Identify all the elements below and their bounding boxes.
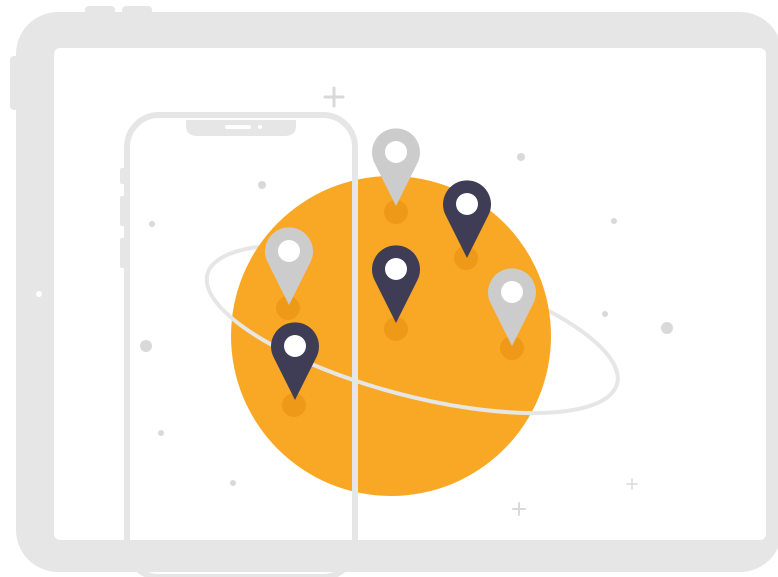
location-illustration (10, 6, 778, 577)
pin-hole (456, 193, 478, 215)
pin-hole (501, 281, 523, 303)
dot (602, 311, 608, 317)
pin-hole (278, 240, 300, 262)
pin-hole (385, 258, 407, 280)
dot (258, 181, 266, 189)
dot (611, 218, 617, 224)
tablet-camera (36, 291, 42, 297)
phone-camera (258, 125, 262, 129)
pin-hole (284, 335, 306, 357)
phone-speaker (225, 125, 251, 129)
pin-hole (385, 141, 407, 163)
dot (517, 153, 525, 161)
dot (149, 221, 155, 227)
dot (230, 480, 236, 486)
dot (140, 340, 152, 352)
dot (661, 322, 673, 334)
dot (158, 430, 164, 436)
